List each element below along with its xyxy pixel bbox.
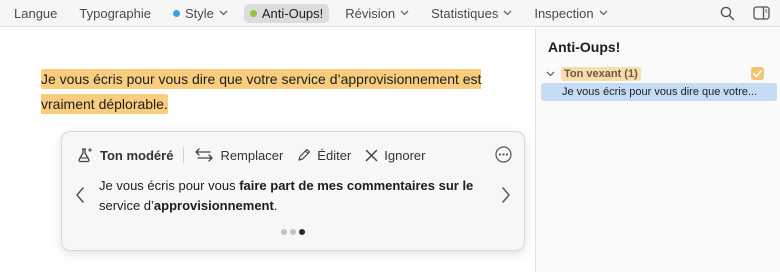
anti-oups-sidebar: Anti-Oups! Ton vexant (1) Je vous écris … xyxy=(536,28,780,272)
menu-langue[interactable]: Langue xyxy=(8,4,63,23)
suggestion-part-1: Je vous écris pour vous xyxy=(99,178,240,193)
close-icon xyxy=(366,149,378,161)
replace-button[interactable]: Remplacer xyxy=(194,148,283,163)
tone-label: Ton modéré xyxy=(100,147,174,163)
page-dot[interactable] xyxy=(281,229,287,235)
anti-oups-dot-icon xyxy=(249,9,257,17)
menu-statistiques[interactable]: Statistiques xyxy=(425,4,518,23)
ignore-label: Ignorer xyxy=(384,147,426,163)
edit-button[interactable]: Éditer xyxy=(297,148,351,163)
chevron-down-icon[interactable] xyxy=(546,71,555,77)
page-indicator xyxy=(281,229,305,235)
sidebar-title: Anti-Oups! xyxy=(548,39,621,55)
replace-label: Remplacer xyxy=(220,147,284,163)
tone-moderate-button[interactable]: Ton modéré xyxy=(76,147,173,163)
sidebar-issue-item[interactable]: Je vous écris pour vous dire que votre..… xyxy=(541,83,777,101)
page-dot-active[interactable] xyxy=(299,229,305,235)
menu-inspection-label: Inspection xyxy=(534,5,594,21)
menu-langue-label: Langue xyxy=(14,5,58,21)
ignore-button[interactable]: Ignorer xyxy=(365,148,425,163)
menu-typographie[interactable]: Typographie xyxy=(73,4,157,23)
group-checkbox[interactable] xyxy=(751,67,764,80)
top-toolbar: Langue Typographie Style Anti-Oups! Révi… xyxy=(0,0,780,27)
sidebar-toggle-icon[interactable] xyxy=(752,4,770,22)
checkmark-icon xyxy=(753,69,762,77)
suggestion-part-3: service d’ xyxy=(99,198,154,213)
suggestion-part-5: . xyxy=(273,198,278,213)
menu-style[interactable]: Style xyxy=(167,4,234,23)
menu-revision-label: Révision xyxy=(345,5,396,21)
suggestion-text[interactable]: Je vous écris pour vous faire part de me… xyxy=(99,176,489,216)
menu-inspection[interactable]: Inspection xyxy=(528,4,613,23)
page-dot[interactable] xyxy=(290,229,296,235)
flask-sparkle-icon xyxy=(78,147,93,163)
menu-style-label: Style xyxy=(184,5,214,21)
edit-label: Éditer xyxy=(317,147,352,163)
pencil-icon xyxy=(298,148,311,161)
suggestion-change-1: faire part de mes commentaires sur le xyxy=(239,178,474,193)
chevron-down-icon xyxy=(599,10,608,16)
search-icon[interactable] xyxy=(718,4,736,22)
previous-suggestion-icon[interactable] xyxy=(75,187,85,203)
chevron-down-icon xyxy=(503,10,512,16)
next-suggestion-icon[interactable] xyxy=(501,187,511,203)
popover-actions: Ton modéré Remplacer Éditer Ignorer xyxy=(76,146,512,164)
group-ton-vexant[interactable]: Ton vexant (1) xyxy=(546,66,772,82)
menu-typographie-label: Typographie xyxy=(79,5,151,21)
suggestion-popover: Ton modéré Remplacer Éditer Ignorer Je v… xyxy=(61,131,525,251)
toolbar-right-actions xyxy=(718,4,770,22)
menu-revision[interactable]: Révision xyxy=(339,4,415,23)
flagged-sentence[interactable]: Je vous écris pour vous dire que votre s… xyxy=(41,69,482,114)
chevron-down-icon xyxy=(400,10,409,16)
chevron-down-icon xyxy=(219,10,228,16)
group-label: Ton vexant (1) xyxy=(561,67,641,81)
more-options-icon[interactable] xyxy=(495,146,512,166)
menu-statistiques-label: Statistiques xyxy=(431,5,499,21)
swap-arrows-icon xyxy=(195,148,214,162)
menu-anti-oups-label: Anti-Oups! xyxy=(261,5,324,21)
document-paragraph[interactable]: Je vous écris pour vous dire que votre s… xyxy=(41,67,501,117)
suggestion-change-2: approvisionnement xyxy=(153,198,274,213)
style-dot-icon xyxy=(172,9,180,17)
popover-separator xyxy=(183,147,185,163)
menu-anti-oups[interactable]: Anti-Oups! xyxy=(243,3,330,23)
